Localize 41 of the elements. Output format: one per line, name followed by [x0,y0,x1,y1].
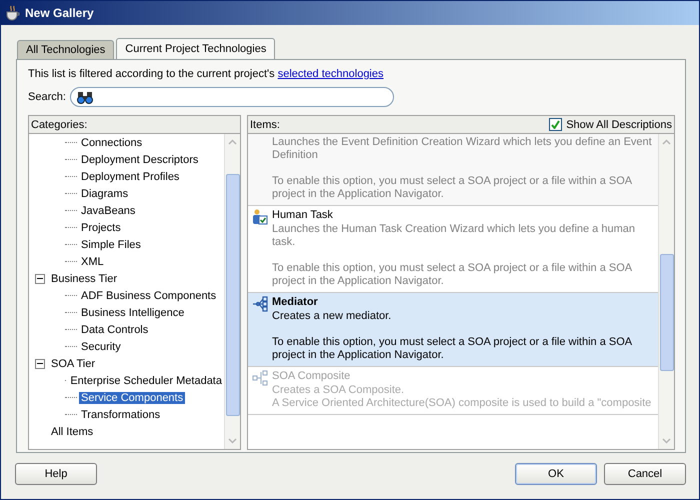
category-item[interactable]: Deployment Profiles [79,170,182,182]
category-item[interactable]: XML [79,256,106,268]
item-description: Creates a new mediator. [272,310,392,323]
item-description: Launches the Event Definition Creation Wizard which lets you define an Event Definition [272,136,653,162]
category-item[interactable]: Security [79,340,123,352]
tab[interactable]: Current Project Technologies [116,38,276,59]
category-item[interactable]: Service Components [79,392,186,404]
category-item[interactable]: Enterprise Scheduler Metadata [68,374,224,386]
category-item[interactable]: Transformations [79,408,162,420]
category-item[interactable]: Data Controls [79,324,150,336]
category-item[interactable]: Deployment Descriptors [79,154,200,166]
dialog-button[interactable]: Help [15,463,97,485]
dialog-button[interactable]: Cancel [604,463,686,485]
category-item[interactable]: Projects [79,222,123,234]
category-item[interactable]: ADF Business Components [79,290,218,302]
item-description: Creates a SOA Composite. A Service Oriented Architecture(SOA) composite is used to build a "composite [272,384,652,410]
item-name: SOA Composite [272,369,352,384]
item-name: Human Task [272,208,334,223]
tab[interactable]: All Technologies [17,40,114,59]
gallery-item[interactable]: Mediator Creates a new mediator. To enable this option, you must select a SOA project or a file within a SOA project in the Application Navigator. [248,293,658,367]
category-item[interactable]: Diagrams [79,188,130,200]
filter-note: This list is filtered according to the current project's selected technologies [28,68,384,80]
category-item[interactable]: Business Tier [49,272,120,284]
search-label: Search: [28,91,66,103]
item-name: Mediator [272,295,319,310]
category-item[interactable]: JavaBeans [79,204,138,216]
selected-technologies-link[interactable]: selected technologies [278,68,384,80]
category-item[interactable]: Business Intelligence [79,306,186,318]
category-item[interactable]: All Items [49,426,96,438]
item-description: To enable this option, you must select a SOA project or a file within a SOA project in the Application Navigator. [272,336,633,362]
item-description: Launches the Human Task Creation Wizard which lets you define a human task. [272,223,636,249]
checkbox-label[interactable]: Show All Descriptions [566,118,672,130]
categories-label: Categories: [31,118,88,130]
category-item[interactable]: Simple Files [79,238,143,250]
items-label: Items: [250,118,280,130]
item-description: To enable this option, you must select a SOA project or a file within a SOA project in the Application Navigator. [272,262,633,288]
window-title: New Gallery [25,6,94,20]
category-item[interactable]: Connections [79,136,144,148]
dialog-button[interactable]: OK [515,463,597,485]
item-description: To enable this option, you must select a SOA project or a file within a SOA project in the Application Navigator. [272,175,633,201]
category-item[interactable]: SOA Tier [49,358,98,370]
